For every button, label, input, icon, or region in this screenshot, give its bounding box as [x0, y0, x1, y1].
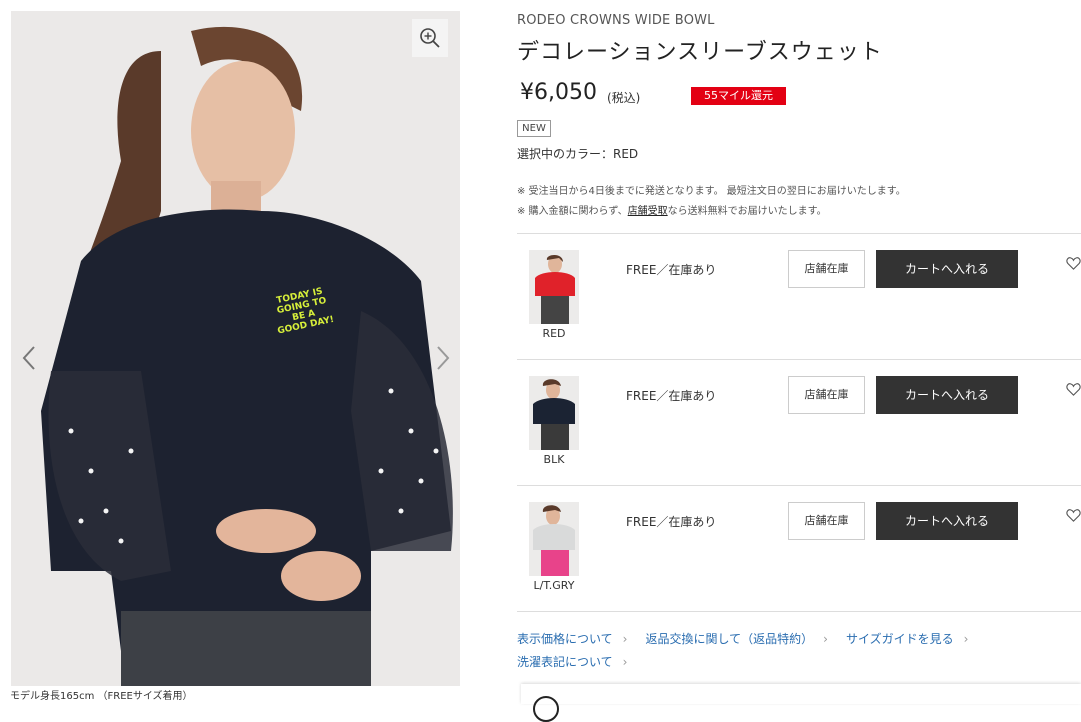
circle-icon — [533, 696, 559, 722]
store-stock-button[interactable]: 店舗在庫 — [788, 376, 865, 414]
variant-thumbnail[interactable] — [529, 502, 579, 576]
info-links-row: 表示価格について › 返品交換に関して（返品特約） › サイズガイドを見る › — [517, 630, 986, 647]
brand-name[interactable]: RODEO CROWNS WIDE BOWL — [517, 13, 715, 28]
store-stock-button[interactable]: 店舗在庫 — [788, 250, 865, 288]
note-text: なら送料無料でお届けいたします。 — [667, 206, 827, 217]
add-to-cart-button[interactable]: カートへ入れる — [876, 376, 1018, 414]
product-title: デコレーションスリーブスウェット — [517, 40, 883, 65]
zoom-in-icon — [420, 28, 440, 48]
variant-stock: FREE／在庫あり — [626, 515, 717, 529]
returns-link[interactable]: 返品交換に関して（返品特約） — [645, 632, 813, 646]
selected-color: 選択中のカラー：RED — [517, 147, 639, 161]
gallery-prev-button[interactable] — [17, 341, 41, 375]
variant-color-name: BLK — [543, 453, 565, 466]
variant-color-name: RED — [542, 327, 566, 340]
mile-badge: 55マイル還元 — [691, 87, 786, 105]
variant-photo — [529, 502, 579, 576]
note-text: ※ 購入金額に関わらず、 — [517, 206, 628, 217]
add-to-cart-button[interactable]: カートへ入れる — [876, 502, 1018, 540]
chevron-right-icon: › — [823, 632, 828, 646]
zoom-button[interactable] — [412, 19, 448, 57]
store-pickup-note: ※ 購入金額に関わらず、店舗受取なら送料無料でお届けいたします。 — [517, 202, 827, 217]
care-label-link[interactable]: 洗濯表記について — [517, 655, 613, 669]
heart-outline-icon[interactable] — [1066, 256, 1081, 271]
variant-color-name: L/T.GRY — [533, 579, 575, 592]
variant-photo — [529, 250, 579, 324]
price: ¥6,050 — [520, 80, 597, 105]
chevron-right-icon — [437, 346, 450, 370]
variant-row: L/T.GRY FREE／在庫あり 店舗在庫 カートへ入れる — [517, 485, 1081, 612]
variant-row: BLK FREE／在庫あり 店舗在庫 カートへ入れる — [517, 359, 1081, 485]
info-links-row-2: 洗濯表記について › — [517, 653, 627, 670]
price-tax-label: (税込) — [607, 91, 641, 105]
size-guide-link[interactable]: サイズガイドを見る — [846, 632, 954, 646]
heart-outline-icon[interactable] — [1066, 508, 1081, 523]
variant-thumbnail[interactable] — [529, 250, 579, 324]
chevron-right-icon: › — [622, 655, 628, 669]
price-info-link[interactable]: 表示価格について — [517, 632, 613, 646]
product-photo — [11, 11, 460, 686]
product-image-gallery[interactable]: TODAY IS GOING TO BE A GOOD DAY! — [11, 11, 460, 686]
store-stock-button[interactable]: 店舗在庫 — [788, 502, 865, 540]
bottom-card — [521, 684, 1081, 722]
store-pickup-link[interactable]: 店舗受取 — [628, 206, 668, 217]
heart-outline-icon[interactable] — [1066, 382, 1081, 397]
variant-stock: FREE／在庫あり — [626, 389, 717, 403]
variant-photo — [529, 376, 579, 450]
model-caption: モデル身長165cm （FREEサイズ着用） — [10, 691, 193, 702]
chevron-left-icon — [22, 346, 35, 370]
new-badge: NEW — [517, 120, 551, 137]
variant-thumbnail[interactable] — [529, 376, 579, 450]
shipping-note: ※ 受注当日から4日後までに発送となります。 最短注文日の翌日にお届けいたします… — [517, 186, 906, 197]
variant-stock: FREE／在庫あり — [626, 263, 717, 277]
chevron-right-icon: › — [622, 632, 628, 646]
chevron-right-icon: › — [963, 632, 969, 646]
variant-row: RED FREE／在庫あり 店舗在庫 カートへ入れる — [517, 233, 1081, 359]
variant-list: RED FREE／在庫あり 店舗在庫 カートへ入れる BLK FREE／在庫あり… — [517, 233, 1081, 612]
add-to-cart-button[interactable]: カートへ入れる — [876, 250, 1018, 288]
gallery-next-button[interactable] — [431, 341, 455, 375]
